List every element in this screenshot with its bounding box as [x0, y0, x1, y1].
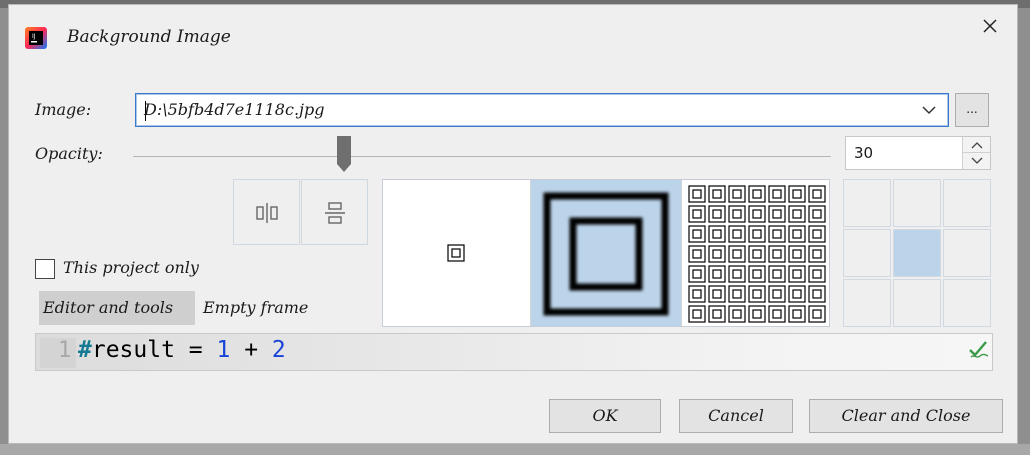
this-project-only-label[interactable]: This project only — [63, 258, 199, 277]
tab-editor-and-tools[interactable]: Editor and tools — [39, 291, 195, 325]
svg-text:IJ: IJ — [32, 33, 36, 40]
tile-icon — [688, 185, 826, 323]
ok-button[interactable]: OK — [549, 399, 661, 433]
code-token-number: 2 — [271, 337, 286, 363]
clear-and-close-button[interactable]: Clear and Close — [809, 399, 1003, 433]
spinner-down-button[interactable] — [962, 153, 990, 169]
fill-type-panel — [382, 179, 830, 327]
code-line: #result = 1 + 2 — [78, 337, 286, 363]
chevron-up-icon — [971, 142, 983, 149]
code-token-number: 1 — [216, 337, 231, 363]
chevron-down-icon — [971, 157, 983, 164]
anchor-bottom-right[interactable] — [943, 279, 991, 327]
anchor-middle-left[interactable] — [843, 229, 891, 277]
fill-tile-option[interactable] — [681, 180, 829, 326]
opacity-value[interactable]: 30 — [854, 144, 873, 162]
close-icon[interactable] — [977, 13, 1003, 39]
flip-vertical-button[interactable] — [301, 179, 368, 245]
anchor-top-left[interactable] — [843, 179, 891, 227]
cancel-button[interactable]: Cancel — [679, 399, 793, 433]
inspection-ok-icon — [969, 341, 989, 358]
tab-empty-frame[interactable]: Empty frame — [203, 291, 308, 325]
opacity-label: Opacity: — [35, 144, 103, 163]
code-preview: 1 #result = 1 + 2 — [35, 333, 993, 371]
opacity-spinner[interactable]: 30 — [845, 136, 991, 170]
anchor-bottom-center[interactable] — [893, 279, 941, 327]
plain-icon — [447, 244, 465, 262]
anchor-grid — [843, 179, 993, 327]
code-token-operator: + — [230, 337, 272, 363]
anchor-top-center[interactable] — [893, 179, 941, 227]
anchor-bottom-left[interactable] — [843, 279, 891, 327]
scale-icon — [543, 192, 669, 316]
intellij-idea-icon: IJ — [25, 27, 47, 49]
anchor-middle-right[interactable] — [943, 229, 991, 277]
anchor-center[interactable] — [893, 229, 941, 277]
flip-horizontal-button[interactable] — [233, 179, 300, 245]
flip-vertical-icon — [325, 202, 345, 224]
image-path-combobox[interactable]: D:\5bfb4d7e1118c.jpg — [135, 93, 949, 127]
line-number: 1 — [58, 338, 72, 363]
chevron-down-icon[interactable] — [920, 102, 938, 118]
code-token-identifier: result — [91, 337, 175, 363]
fill-scale-option[interactable] — [531, 180, 681, 326]
browse-button[interactable]: ... — [955, 93, 989, 127]
fill-plain-option[interactable] — [383, 180, 531, 326]
image-label: Image: — [35, 100, 92, 119]
spinner-up-button[interactable] — [962, 137, 990, 153]
flip-horizontal-icon — [256, 203, 278, 223]
dialog-title: Background Image — [67, 27, 231, 47]
opacity-slider-track[interactable] — [133, 156, 831, 157]
image-path-value[interactable]: D:\5bfb4d7e1118c.jpg — [144, 100, 324, 119]
code-token-operator: = — [174, 337, 217, 363]
this-project-only-checkbox[interactable] — [35, 259, 55, 279]
opacity-slider-thumb[interactable] — [337, 136, 351, 172]
anchor-top-right[interactable] — [943, 179, 991, 227]
desktop-background-bottom — [0, 444, 1030, 455]
background-image-dialog: IJ Background Image Image: D:\5bfb4d7e11… — [8, 4, 1018, 444]
code-token-hash: # — [78, 337, 92, 363]
